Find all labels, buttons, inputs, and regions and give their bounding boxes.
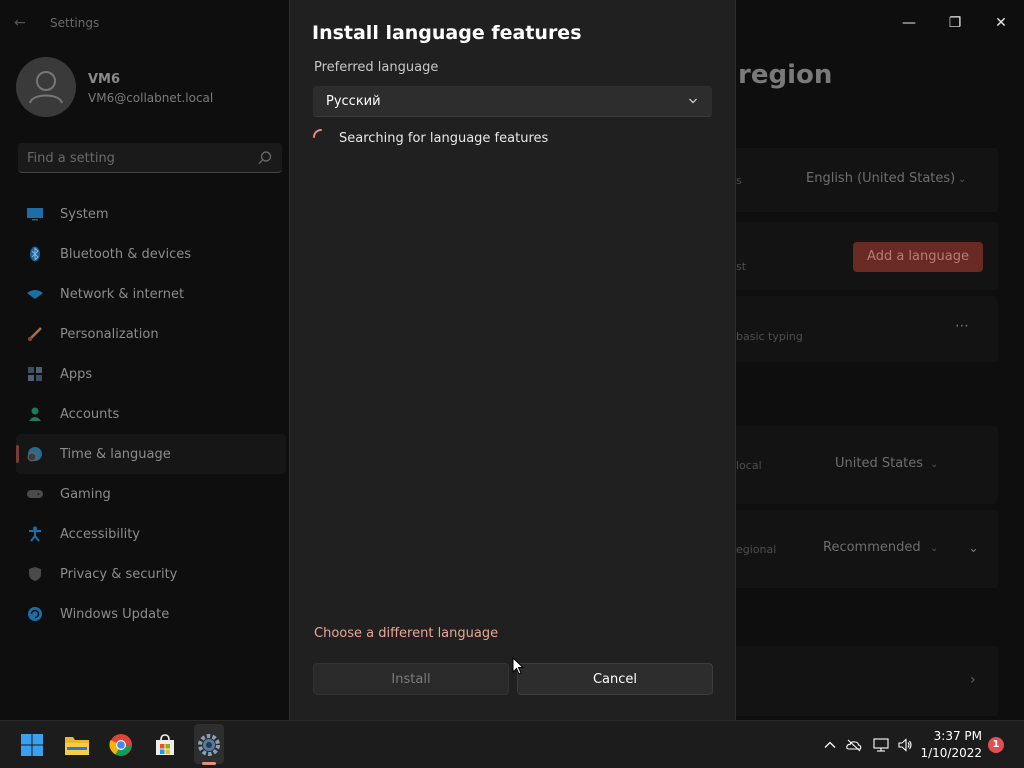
sidebar-item-label: System [60, 206, 109, 222]
volume-icon[interactable] [897, 737, 913, 753]
sidebar-item-personalization[interactable]: Personalization [16, 314, 286, 354]
sidebar-item-label: Windows Update [60, 606, 170, 622]
close-icon[interactable]: ✕ [978, 8, 1024, 38]
region-hint: local [736, 459, 762, 472]
active-app-indicator [202, 762, 216, 765]
sidebar-item-system[interactable]: System [16, 194, 286, 234]
globe-clock-icon [26, 445, 44, 463]
sidebar-item-label: Personalization [60, 326, 159, 342]
notification-badge[interactable]: 1 [988, 737, 1004, 753]
chevron-right-icon: › [970, 672, 976, 688]
app-title: Settings [50, 16, 100, 30]
back-arrow-icon[interactable]: ← [14, 14, 32, 32]
chevron-down-icon [689, 98, 697, 104]
apps-icon [26, 365, 44, 383]
sidebar-item-network[interactable]: Network & internet [16, 274, 286, 314]
sidebar-item-label: Apps [60, 366, 93, 382]
clock-date[interactable]: 1/10/2022 [916, 746, 982, 760]
chevron-down-icon: ⌄ [958, 174, 967, 185]
preferred-language-dropdown[interactable]: Русский [313, 86, 712, 117]
person-icon [26, 405, 44, 423]
sidebar-item-gaming[interactable]: Gaming [16, 474, 286, 514]
region-dropdown[interactable]: United States [835, 456, 923, 471]
sidebar-item-windows-update[interactable]: Windows Update [16, 594, 286, 634]
minimize-icon[interactable]: — [886, 8, 932, 38]
sidebar-item-label: Privacy & security [60, 566, 178, 582]
user-name: VM6 [88, 72, 121, 87]
store-icon[interactable] [151, 731, 179, 759]
taskbar: 3:37 PM 1/10/2022 1 [0, 720, 1024, 768]
sidebar-item-privacy[interactable]: Privacy & security [16, 554, 286, 594]
format-hint: egional [736, 543, 777, 556]
display-language-hint: s [736, 174, 742, 187]
chevron-up-icon[interactable] [822, 737, 838, 753]
search-box[interactable] [18, 143, 282, 173]
more-options-icon[interactable]: ⋯ [955, 318, 970, 334]
search-icon[interactable] [256, 149, 274, 167]
chevron-down-icon: ⌄ [930, 459, 939, 470]
sidebar-item-accessibility[interactable]: Accessibility [16, 514, 286, 554]
preferred-language-label: Preferred language [314, 60, 439, 75]
preferred-hint: st [736, 260, 747, 273]
sidebar-item-label: Accounts [60, 406, 120, 422]
install-button[interactable]: Install [313, 663, 509, 695]
chevron-down-icon: ⌄ [930, 543, 939, 554]
page-title: region [738, 60, 833, 90]
sidebar-item-label: Bluetooth & devices [60, 246, 191, 262]
sidebar-item-label: Accessibility [60, 526, 140, 542]
avatar[interactable] [16, 57, 76, 117]
sidebar-item-bluetooth[interactable]: Bluetooth & devices [16, 234, 286, 274]
sidebar-item-label: Gaming [60, 486, 111, 502]
accessibility-icon [26, 525, 44, 543]
searching-status: Searching for language features [339, 131, 549, 146]
settings-gear-icon[interactable] [195, 731, 223, 759]
bluetooth-icon [26, 245, 44, 263]
preferred-language-value: Русский [326, 94, 381, 109]
restore-icon[interactable]: ❐ [932, 8, 978, 38]
monitor-icon [26, 205, 44, 223]
basic-typing-hint: basic typing [736, 330, 803, 343]
sidebar-item-time-language[interactable]: Time & language [16, 434, 286, 474]
choose-different-language-link[interactable]: Choose a different language [314, 626, 498, 641]
regional-format-dropdown[interactable]: Recommended [823, 540, 921, 555]
search-input[interactable] [18, 143, 248, 173]
add-language-button[interactable]: Add a language [853, 242, 983, 272]
expand-chevron-icon[interactable]: ⌄ [968, 541, 979, 556]
sidebar-item-apps[interactable]: Apps [16, 354, 286, 394]
clock-time[interactable]: 3:37 PM [916, 729, 982, 743]
file-explorer-icon[interactable] [63, 731, 91, 759]
chrome-icon[interactable] [107, 731, 135, 759]
brush-icon [26, 325, 44, 343]
sidebar-item-label: Network & internet [60, 286, 185, 302]
mouse-cursor-icon [512, 657, 524, 675]
cancel-button[interactable]: Cancel [517, 663, 713, 695]
onedrive-offline-icon[interactable] [846, 737, 862, 753]
gamepad-icon [26, 485, 44, 503]
update-icon [26, 605, 44, 623]
shield-icon [26, 565, 44, 583]
dialog-title: Install language features [312, 22, 582, 44]
start-icon[interactable] [18, 731, 46, 759]
user-email: VM6@collabnet.local [88, 91, 214, 105]
display-language-dropdown[interactable]: English (United States) [806, 171, 955, 186]
network-icon[interactable] [873, 737, 889, 753]
related-settings-card[interactable] [716, 646, 998, 716]
install-language-features-dialog: Install language features Preferred lang… [289, 0, 736, 720]
person-avatar-icon [29, 71, 63, 104]
sidebar-item-accounts[interactable]: Accounts [16, 394, 286, 434]
sidebar-item-label: Time & language [60, 446, 171, 462]
sidebar-nav: System Bluetooth & devices Network & int… [16, 194, 286, 634]
wifi-icon [26, 285, 44, 303]
loading-spinner-icon [313, 129, 322, 138]
